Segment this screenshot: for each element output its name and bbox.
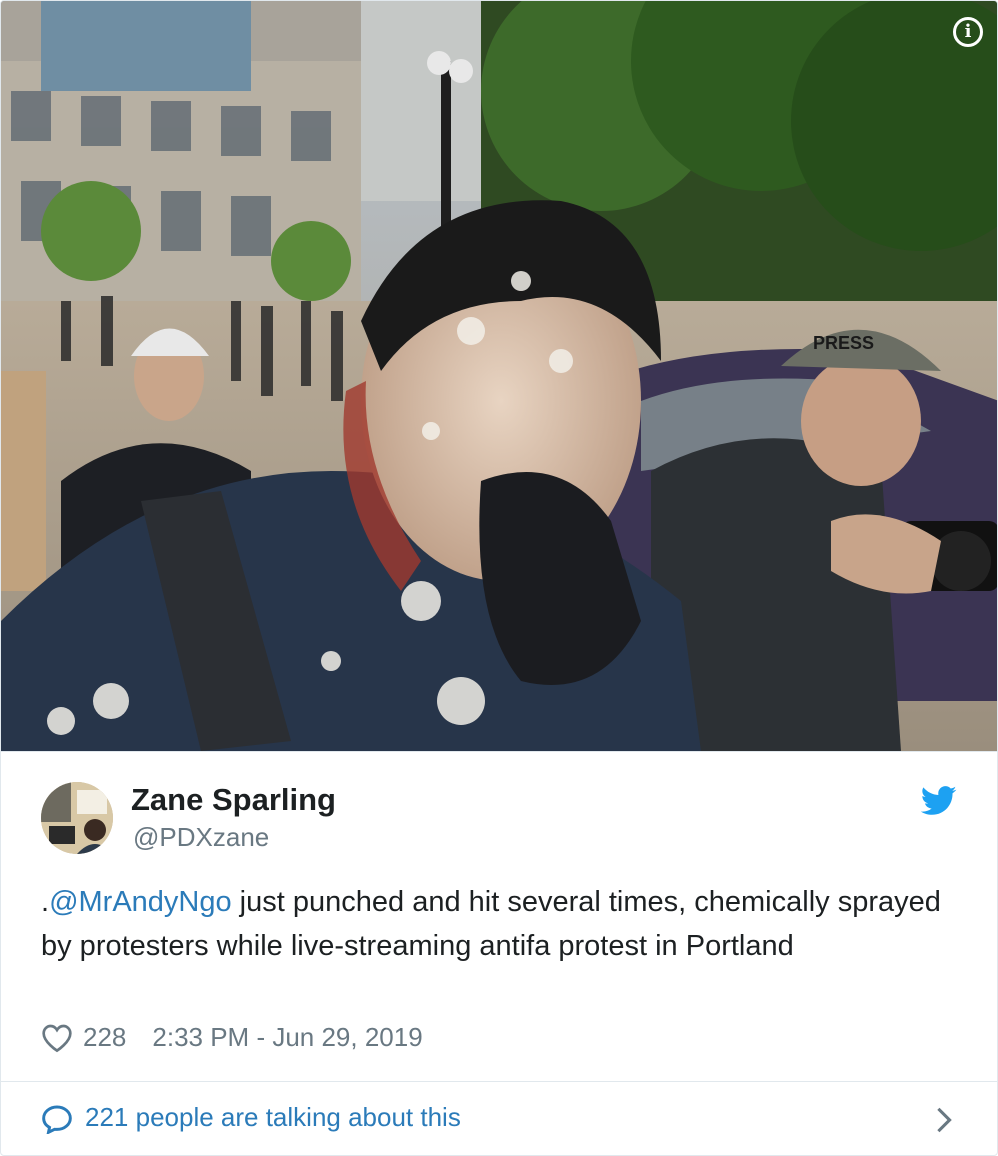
avatar-image bbox=[41, 782, 113, 854]
embedded-tweet-card: PRESS i Zane Sparling @PDXzane .@MrAndyN… bbox=[0, 0, 998, 1156]
tweet-text-prefix: . bbox=[41, 886, 50, 918]
author-handle[interactable]: @PDXzane bbox=[133, 822, 269, 853]
heart-icon[interactable] bbox=[41, 1023, 73, 1053]
press-helmet-label: PRESS bbox=[813, 333, 874, 353]
mention-link[interactable]: @MrAndyNgo bbox=[49, 886, 232, 918]
avatar[interactable] bbox=[41, 782, 113, 854]
like-count[interactable]: 228 bbox=[83, 1022, 126, 1053]
speech-bubble-icon bbox=[42, 1105, 72, 1134]
chevron-right-icon[interactable] bbox=[935, 1106, 953, 1134]
tweet-body: Zane Sparling @PDXzane .@MrAndyNgo just … bbox=[1, 751, 997, 1081]
conversation-footer[interactable]: 221 people are talking about this bbox=[1, 1081, 997, 1155]
tweet-photo[interactable]: PRESS i bbox=[1, 1, 997, 751]
tweet-text: .@MrAndyNgo just punched and hit several… bbox=[41, 880, 941, 968]
tweet-meta: 228 2:33 PM - Jun 29, 2019 bbox=[41, 1022, 423, 1053]
photo-illustration: PRESS bbox=[1, 1, 997, 751]
info-icon[interactable]: i bbox=[953, 17, 983, 47]
author-name[interactable]: Zane Sparling bbox=[131, 782, 336, 818]
twitter-bird-icon[interactable] bbox=[921, 786, 957, 816]
talking-about-link[interactable]: 221 people are talking about this bbox=[85, 1102, 461, 1133]
tweet-timestamp[interactable]: 2:33 PM - Jun 29, 2019 bbox=[152, 1022, 422, 1053]
